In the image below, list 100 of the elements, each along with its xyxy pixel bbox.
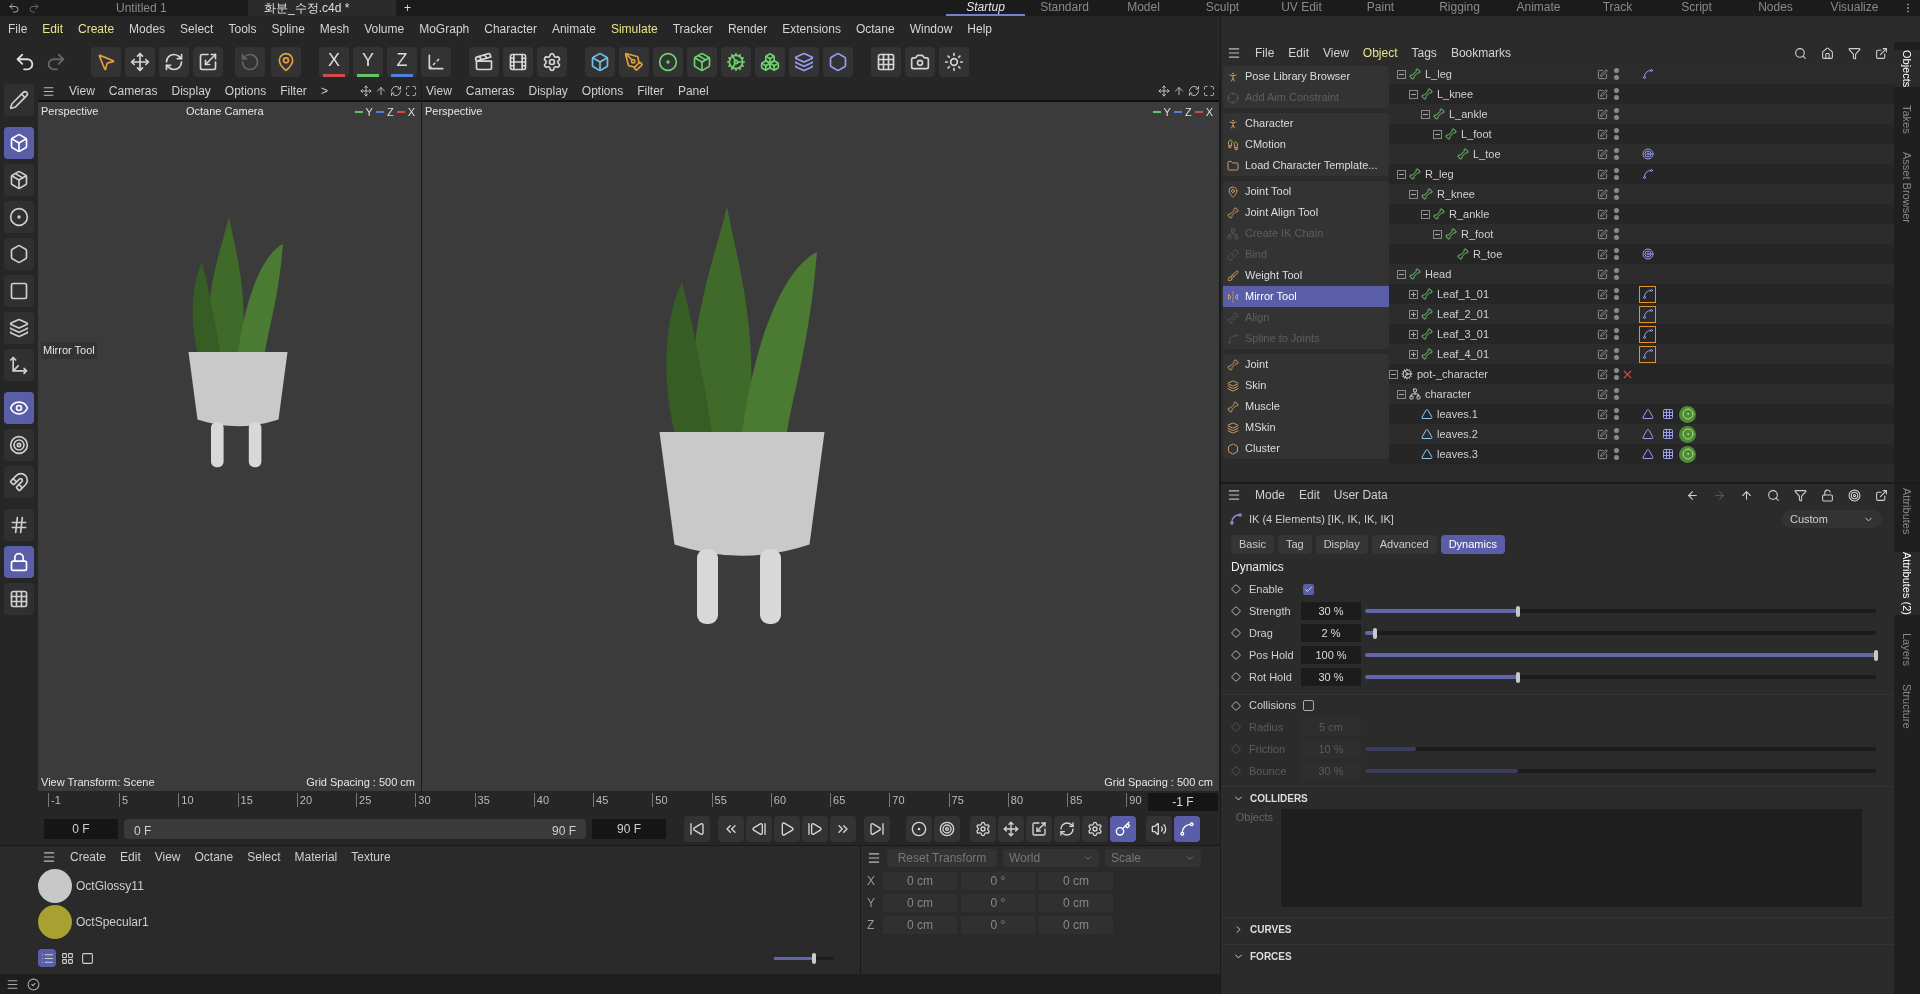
value-field[interactable]: 30 % xyxy=(1301,602,1361,620)
document-tab[interactable]: 화분_수정.c4d * xyxy=(248,0,396,16)
object-menu-item[interactable]: Object xyxy=(1362,44,1398,62)
character-menu-item[interactable]: Cluster xyxy=(1223,438,1389,459)
layout-tab[interactable]: Nodes xyxy=(1736,0,1815,16)
value-field[interactable]: 2 % xyxy=(1301,624,1361,642)
menu-item[interactable]: Tools xyxy=(228,20,257,38)
axis-lock-button[interactable]: Z xyxy=(387,47,417,77)
viewport-menu-item[interactable]: View xyxy=(426,82,452,100)
menu-item[interactable]: Tracker xyxy=(672,20,713,38)
layout-tab[interactable]: Startup xyxy=(946,0,1025,16)
object-name[interactable]: Leaf_1_01 xyxy=(1437,285,1489,303)
material-menu-item[interactable]: Create xyxy=(70,848,107,866)
object-name[interactable]: L_knee xyxy=(1437,85,1474,103)
character-menu-item[interactable]: Pose Library Browser xyxy=(1223,66,1389,87)
object-name[interactable]: R_ankle xyxy=(1449,205,1490,223)
viewport-menu-item[interactable]: Display xyxy=(171,82,211,100)
character-menu-item[interactable]: Joint xyxy=(1223,354,1389,375)
object-name[interactable]: L_foot xyxy=(1461,125,1492,143)
material-menu-item[interactable]: Edit xyxy=(120,848,141,866)
character-menu-item[interactable]: CMotion xyxy=(1223,134,1389,155)
new-tab-button[interactable]: + xyxy=(396,0,419,16)
character-menu-item[interactable]: Mirror Tool xyxy=(1223,286,1389,307)
character-menu-item[interactable]: Load Character Template... xyxy=(1223,155,1389,176)
character-menu-item[interactable]: Weight Tool xyxy=(1223,265,1389,286)
object-name[interactable]: R_leg xyxy=(1425,165,1454,183)
side-tab[interactable]: Objects xyxy=(1894,50,1920,88)
menu-item[interactable]: Simulate xyxy=(610,20,658,38)
menu-item[interactable]: Extensions xyxy=(782,20,841,38)
menu-item[interactable]: Modes xyxy=(129,20,166,38)
viewport-menu-item[interactable]: Cameras xyxy=(108,82,158,100)
shader-name[interactable]: OctSpecular1 xyxy=(76,913,149,931)
material-menu-item[interactable]: View xyxy=(154,848,181,866)
menu-item[interactable]: Animate xyxy=(551,20,596,38)
menu-item[interactable]: Edit xyxy=(42,20,64,38)
layout-tab[interactable]: Paint xyxy=(1341,0,1420,16)
material-menu-item[interactable]: Octane xyxy=(194,848,234,866)
axis-lock-button[interactable]: X xyxy=(319,47,349,77)
character-menu-item[interactable]: Joint Align Tool xyxy=(1223,202,1389,223)
coordinate-field[interactable]: 0 ° xyxy=(961,894,1035,912)
object-menu-item[interactable]: Edit xyxy=(1288,44,1310,62)
character-menu-item[interactable]: MSkin xyxy=(1223,417,1389,438)
attribute-tab[interactable]: Basic xyxy=(1231,534,1274,554)
viewport-menu-item[interactable]: Options xyxy=(581,82,624,100)
coordinate-field[interactable]: 0 ° xyxy=(961,916,1035,934)
preview-range-track[interactable]: 0 F 90 F xyxy=(124,819,586,839)
object-name[interactable]: L_ankle xyxy=(1449,105,1488,123)
layout-tab[interactable]: Standard xyxy=(1025,0,1104,16)
material-menu-item[interactable]: Texture xyxy=(351,848,391,866)
value-field[interactable]: 30 % xyxy=(1301,668,1361,686)
menu-item[interactable]: MoGraph xyxy=(419,20,470,38)
viewport-menu-item[interactable]: Filter xyxy=(280,82,307,100)
side-tab[interactable]: Attributes xyxy=(1894,488,1920,535)
viewport-menu-item[interactable]: View xyxy=(69,82,95,100)
layout-tab[interactable]: Rigging xyxy=(1420,0,1499,16)
side-tab[interactable]: Takes xyxy=(1894,105,1920,135)
group-header[interactable]: COLLIDERS xyxy=(1221,787,1894,809)
object-menu-item[interactable]: View xyxy=(1323,44,1349,62)
coordinate-field[interactable]: 0 cm xyxy=(1039,894,1113,912)
menu-item[interactable]: Octane xyxy=(855,20,895,38)
menu-item[interactable]: File xyxy=(8,20,28,38)
character-menu-item[interactable]: Joint Tool xyxy=(1223,181,1389,202)
character-menu-item[interactable]: Skin xyxy=(1223,375,1389,396)
attribute-tab[interactable]: Display xyxy=(1315,534,1368,554)
object-name[interactable]: R_toe xyxy=(1473,245,1503,263)
attribute-tab[interactable]: Dynamics xyxy=(1440,534,1505,554)
layout-tab[interactable]: Sculpt xyxy=(1183,0,1262,16)
value-field[interactable]: 100 % xyxy=(1301,646,1361,664)
material-menu-item[interactable]: Select xyxy=(247,848,281,866)
attribute-tab[interactable]: Advanced xyxy=(1371,534,1437,554)
current-frame-field[interactable]: -1 F xyxy=(1148,793,1218,811)
object-name[interactable]: L_leg xyxy=(1425,65,1452,83)
side-tab[interactable]: Asset Browser xyxy=(1894,152,1920,223)
layout-tab[interactable]: Visualize xyxy=(1815,0,1894,16)
viewport-menu-item[interactable]: Display xyxy=(528,82,568,100)
layout-tab[interactable]: Model xyxy=(1104,0,1183,16)
end-frame-field[interactable]: 90 F xyxy=(592,819,666,839)
menu-item[interactable]: Select xyxy=(180,20,214,38)
camera-label[interactable]: Perspective xyxy=(41,103,99,120)
axis-lock-button[interactable]: Y xyxy=(353,47,383,77)
side-tab[interactable]: Structure xyxy=(1894,684,1920,730)
shader-name[interactable]: OctGlossy11 xyxy=(76,877,144,895)
menu-item[interactable]: Volume xyxy=(364,20,405,38)
menu-item[interactable]: Help xyxy=(967,20,992,38)
coordinate-field[interactable]: 0 cm xyxy=(883,894,957,912)
document-tab[interactable]: Untitled 1 xyxy=(100,0,248,16)
character-menu-item[interactable]: Character xyxy=(1223,113,1389,134)
object-name[interactable]: R_knee xyxy=(1437,185,1475,203)
group-header[interactable]: FORCES xyxy=(1221,945,1894,967)
side-tab[interactable]: Layers xyxy=(1894,633,1920,667)
viewport-menu-item[interactable]: Panel xyxy=(677,82,709,100)
character-menu-item[interactable]: Muscle xyxy=(1223,396,1389,417)
viewport-menu-item[interactable]: Options xyxy=(224,82,267,100)
layout-tab[interactable]: Script xyxy=(1657,0,1736,16)
menu-item[interactable]: Character xyxy=(484,20,537,38)
menu-item[interactable]: Spline xyxy=(271,20,305,38)
object-name[interactable]: Head xyxy=(1425,265,1452,283)
layout-tab[interactable]: UV Edit xyxy=(1262,0,1341,16)
attribute-tab[interactable]: Tag xyxy=(1277,534,1312,554)
attributes-menu-item[interactable]: User Data xyxy=(1333,486,1388,504)
